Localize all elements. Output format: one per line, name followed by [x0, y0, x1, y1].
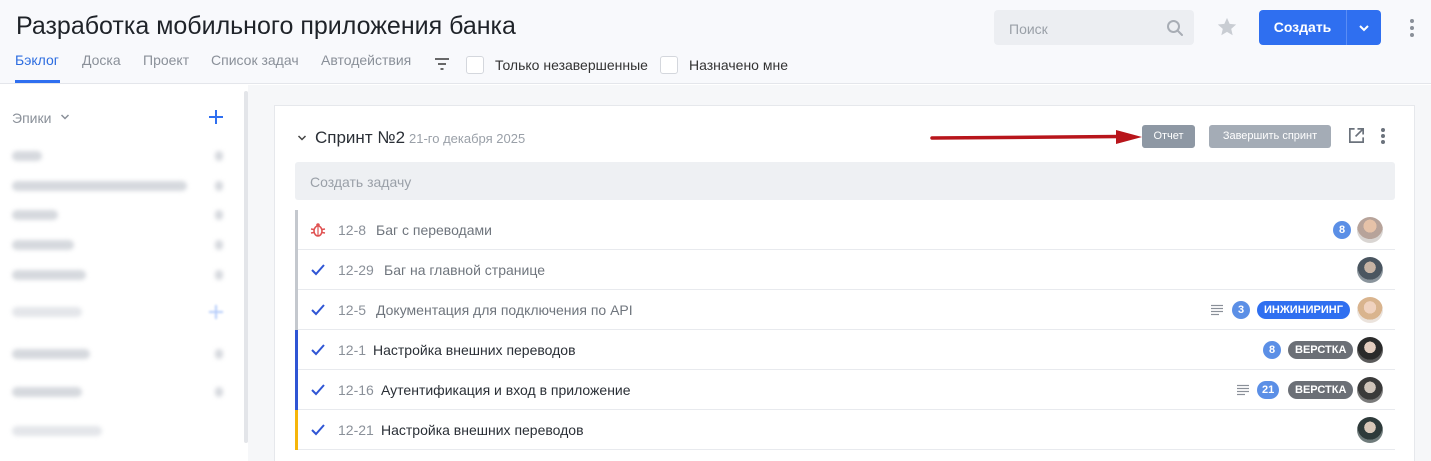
task-title[interactable]: Баг на главной странице [384, 262, 545, 278]
check-icon [311, 424, 325, 436]
avatar[interactable] [1357, 417, 1383, 443]
sprint-name: Спринт №2 [315, 128, 406, 147]
tab-task-list[interactable]: Список задач [211, 52, 299, 68]
only-unfinished-label: Только незавершенные [495, 57, 648, 73]
star-icon[interactable] [1216, 16, 1238, 38]
assigned-to-me-label: Назначено мне [689, 57, 788, 73]
sidebar-item-blurred[interactable] [12, 349, 90, 359]
sidebar-section-blurred[interactable] [12, 307, 82, 317]
sidebar-item-blurred[interactable] [12, 387, 82, 397]
task-status-stripe [295, 210, 298, 250]
sidebar-item-count-blurred [215, 151, 223, 161]
add-sprint-icon[interactable] [208, 304, 224, 320]
task-title[interactable]: Баг с переводами [376, 222, 492, 238]
sidebar-item-count-blurred [215, 240, 223, 250]
task-title[interactable]: Настройка внешних переводов [373, 342, 576, 358]
header: Разработка мобильного приложения банка П… [0, 0, 1431, 84]
avatar[interactable] [1357, 257, 1383, 283]
description-icon [1237, 384, 1249, 396]
sidebar-item-blurred[interactable] [12, 151, 42, 161]
task-id: 12-5 [338, 302, 367, 318]
more-options-icon[interactable] [1377, 126, 1389, 146]
task-id: 12-1 [338, 342, 367, 358]
only-unfinished-checkbox[interactable] [466, 56, 484, 74]
assigned-to-me-checkbox[interactable] [660, 56, 678, 74]
create-task-placeholder: Создать задачу [310, 174, 412, 190]
create-button[interactable]: Создать [1259, 10, 1381, 45]
search-icon [1167, 20, 1183, 36]
tab-project[interactable]: Проект [143, 52, 189, 68]
avatar[interactable] [1357, 377, 1383, 403]
sidebar-item-count-blurred [215, 210, 223, 220]
create-dropdown-toggle[interactable] [1347, 10, 1381, 45]
check-icon [311, 304, 325, 316]
sprint-date: 21-го декабря 2025 [409, 131, 526, 146]
external-link-icon[interactable] [1347, 126, 1366, 145]
task-tag[interactable]: ИНЖИНИРИНГ [1257, 301, 1350, 319]
avatar[interactable] [1357, 217, 1383, 243]
task-row[interactable]: 12-8 Баг с переводами 8 [295, 210, 1395, 250]
sidebar-item-blurred[interactable] [12, 270, 86, 280]
chevron-down-icon[interactable] [297, 134, 307, 142]
sidebar-item-blurred[interactable] [12, 240, 74, 250]
tab-automations[interactable]: Автодействия [321, 52, 411, 68]
task-status-stripe [295, 410, 298, 450]
avatar[interactable] [1357, 337, 1383, 363]
task-row[interactable]: 12-21 Настройка внешних переводов [295, 410, 1395, 450]
comment-count-badge: 8 [1333, 221, 1351, 239]
avatar[interactable] [1357, 297, 1383, 323]
task-tag[interactable]: ВЕРСТКА [1288, 381, 1354, 399]
sidebar-item-blurred[interactable] [12, 181, 187, 191]
task-row[interactable]: 12-5 Документация для подключения по API… [295, 290, 1395, 330]
sidebar-item-count-blurred [215, 270, 223, 280]
description-icon [1211, 304, 1223, 316]
task-id: 12-29 [338, 262, 374, 278]
tab-board[interactable]: Доска [82, 52, 121, 68]
search-input[interactable]: Поиск [994, 10, 1194, 45]
annotation-arrow-icon [930, 130, 1142, 144]
task-status-stripe [295, 370, 298, 410]
create-button-label: Создать [1273, 19, 1332, 35]
sidebar-item-count-blurred [215, 181, 223, 191]
sidebar-item-blurred[interactable] [12, 210, 58, 220]
sidebar-section-blurred[interactable] [12, 426, 102, 436]
task-id: 12-16 [338, 382, 374, 398]
chevron-down-icon[interactable] [60, 113, 70, 121]
task-id: 12-8 [338, 222, 367, 238]
active-tab-indicator [15, 80, 60, 83]
task-title[interactable]: Документация для подключения по API [376, 302, 633, 318]
bug-icon [310, 223, 326, 237]
task-title[interactable]: Настройка внешних переводов [381, 422, 584, 438]
more-options-icon[interactable] [1405, 17, 1419, 39]
check-icon [311, 384, 325, 396]
task-row[interactable]: 12-16 Аутентификация и вход в приложение… [295, 370, 1395, 410]
filter-icon[interactable] [434, 57, 450, 71]
comment-count-badge: 3 [1232, 301, 1250, 319]
task-status-stripe [295, 250, 298, 290]
task-status-stripe [295, 290, 298, 330]
sidebar-item-count-blurred [215, 349, 223, 359]
page-title: Разработка мобильного приложения банка [16, 12, 516, 40]
tab-backlog[interactable]: Бэклог [15, 52, 59, 68]
search-placeholder: Поиск [1009, 21, 1048, 37]
task-status-stripe [295, 330, 298, 370]
check-icon [311, 344, 325, 356]
task-title[interactable]: Аутентификация и вход в приложение [381, 382, 631, 398]
task-row[interactable]: 12-29 Баг на главной странице [295, 250, 1395, 290]
finish-sprint-button[interactable]: Завершить спринт [1209, 125, 1331, 148]
comment-count-badge: 21 [1257, 381, 1280, 399]
chevron-down-icon [1359, 24, 1369, 31]
task-row[interactable]: 12-1 Настройка внешних переводов 8 ВЕРСТ… [295, 330, 1395, 370]
sidebar-item-count-blurred [215, 387, 223, 397]
comment-count-badge: 8 [1263, 341, 1281, 359]
check-icon [311, 264, 325, 276]
create-task-input[interactable]: Создать задачу [295, 162, 1395, 200]
add-epic-icon[interactable] [208, 109, 224, 125]
epics-heading[interactable]: Эпики [12, 110, 51, 126]
task-id: 12-21 [338, 422, 374, 438]
report-button[interactable]: Отчет [1142, 125, 1195, 148]
task-tag[interactable]: ВЕРСТКА [1288, 341, 1354, 359]
